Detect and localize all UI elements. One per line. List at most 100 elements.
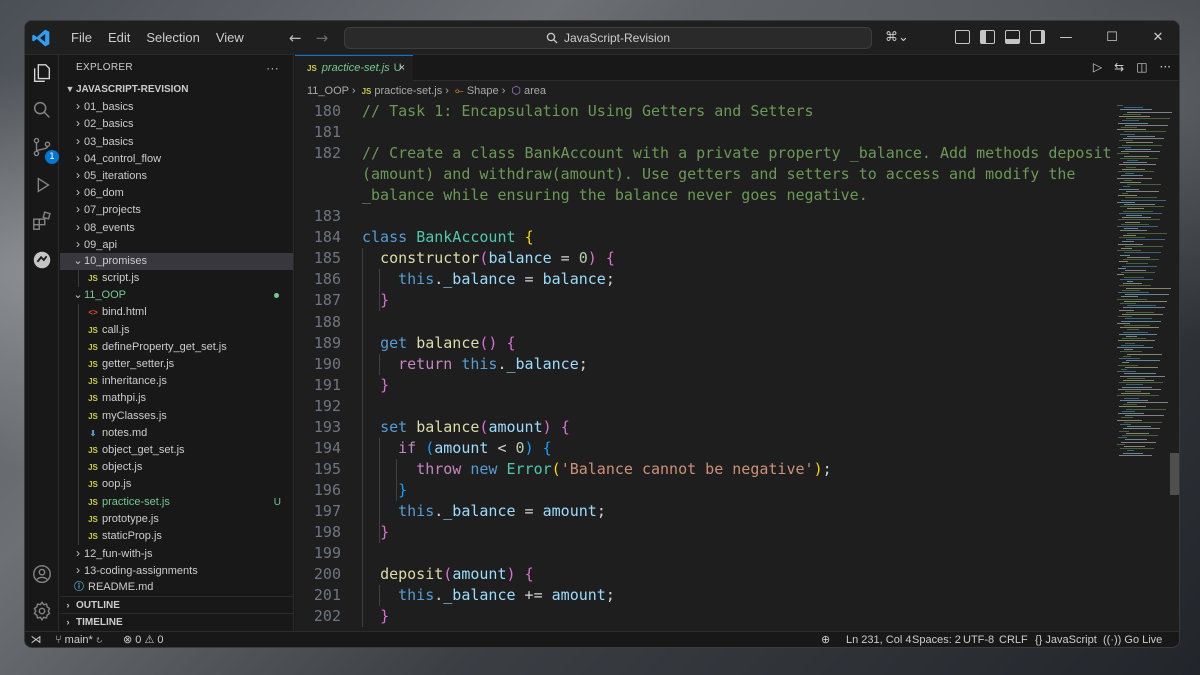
search-view-icon[interactable] <box>31 99 53 121</box>
source-control-icon[interactable]: 1 <box>31 136 59 164</box>
file-item[interactable]: JS inheritance.js <box>60 373 293 391</box>
breadcrumb-class[interactable]: Shape <box>467 85 499 97</box>
file-item[interactable]: JS getter_setter.js <box>60 356 293 374</box>
menu-selection[interactable]: Selection <box>138 21 207 55</box>
outline-section[interactable]: › OUTLINE <box>60 596 294 613</box>
minimap-line <box>1121 369 1127 370</box>
indent-guide <box>78 527 79 546</box>
breadcrumb-method[interactable]: area <box>524 85 546 97</box>
folder-item[interactable]: ⌄11_OOP <box>60 287 293 304</box>
breadcrumb-file[interactable]: practice-set.js <box>374 85 442 97</box>
remote-indicator-icon[interactable]: ⋊ <box>25 632 47 647</box>
run-icon[interactable]: ▷ <box>1093 60 1102 74</box>
encoding[interactable]: UTF-8 <box>963 632 994 647</box>
folder-item[interactable]: ⌄10_promises <box>60 252 293 271</box>
file-item[interactable]: <> bind.html <box>60 304 293 322</box>
status-bar: ⋊ ⑂ main* ↻ ⊗ 0 ⚠ 0 ⊕ Ln 231, Col 4 Spac… <box>25 631 1179 647</box>
code-editor[interactable]: 180 // Task 1: Encapsulation Using Getter… <box>295 101 1115 631</box>
settings-gear-icon[interactable] <box>31 600 53 622</box>
folder-item[interactable]: › 13-coding-assignments <box>60 562 293 579</box>
explorer-icon[interactable] <box>31 62 53 84</box>
file-item[interactable]: JS call.js <box>60 321 293 339</box>
line-text: deposit(amount) { <box>362 564 534 585</box>
minimize-button[interactable]: — <box>1043 21 1089 55</box>
copilot-icon[interactable]: ⌘⌄ <box>885 30 909 45</box>
close-window-button[interactable]: ✕ <box>1135 21 1179 55</box>
file-item[interactable]: JS prototype.js <box>60 510 293 528</box>
indent-guide <box>78 338 79 356</box>
file-item[interactable]: JS practice-set.js U <box>60 493 293 511</box>
code-token: . <box>434 586 444 605</box>
code-token: this <box>398 586 435 605</box>
timeline-section[interactable]: › TIMELINE <box>60 613 294 630</box>
folder-item[interactable]: › 06_dom <box>60 184 293 201</box>
close-tab-icon[interactable]: × <box>399 56 405 81</box>
file-item[interactable]: JS oop.js <box>60 476 293 494</box>
file-item[interactable]: ⓘ README.md <box>60 579 293 596</box>
folder-item[interactable]: › 09_api <box>60 236 293 253</box>
more-editor-actions-icon[interactable]: ··· <box>1160 60 1171 74</box>
indentation[interactable]: Spaces: 2 <box>912 632 961 647</box>
customize-layout-icon[interactable] <box>955 30 970 44</box>
line-number: 193 <box>313 417 341 436</box>
tree-item-label: 08_events <box>84 221 135 234</box>
minimap-line <box>1125 270 1146 271</box>
line-text: // Create a class BankAccount with a pri… <box>362 143 1112 164</box>
js-file-icon: JS <box>88 360 98 369</box>
language-mode[interactable]: {} JavaScript <box>1035 632 1097 647</box>
remote-explorer-icon[interactable] <box>31 249 53 271</box>
minimap[interactable] <box>1115 101 1172 631</box>
file-item[interactable]: JS myClasses.js <box>60 407 293 425</box>
folder-item[interactable]: › 12_fun-with-js <box>60 545 293 562</box>
forward-arrow-icon[interactable]: → <box>316 29 329 47</box>
indent-guide <box>78 476 79 494</box>
code-token: 0 <box>515 438 525 457</box>
zoom-icon[interactable]: ⊕ <box>821 632 830 647</box>
go-live-button[interactable]: ((·)) Go Live <box>1103 632 1162 647</box>
cursor-position[interactable]: Ln 231, Col 4 <box>846 632 911 647</box>
line-text: throw new Error('Balance cannot be negat… <box>362 459 831 480</box>
compare-changes-icon[interactable]: ⇆ <box>1114 60 1124 74</box>
toggle-primary-sidebar-icon[interactable] <box>980 30 995 44</box>
folder-item[interactable]: › 02_basics <box>60 115 293 132</box>
file-item[interactable]: JS mathpi.js <box>60 390 293 408</box>
folder-item[interactable]: › 01_basics <box>60 98 293 115</box>
line-ending[interactable]: CRLF <box>999 632 1028 647</box>
file-item[interactable]: JS staticProp.js <box>60 527 293 546</box>
split-editor-icon[interactable]: ◫ <box>1136 60 1147 74</box>
branch-indicator[interactable]: ⑂ main* ↻ <box>55 632 102 647</box>
command-center-search[interactable]: JavaScript-Revision <box>344 27 872 49</box>
menu-view[interactable]: View <box>208 21 252 55</box>
run-debug-icon[interactable] <box>31 174 53 196</box>
tab-practice-set[interactable]: JS practice-set.js U × <box>295 55 413 81</box>
minimap-line <box>1120 351 1142 353</box>
code-token: return <box>398 354 462 373</box>
folder-item[interactable]: › 07_projects <box>60 201 293 218</box>
toggle-panel-icon[interactable] <box>1005 30 1020 44</box>
file-item[interactable]: JS object_get_set.js <box>60 441 293 460</box>
problems-indicator[interactable]: ⊗ 0 ⚠ 0 <box>123 632 164 647</box>
more-actions-icon[interactable]: ··· <box>266 55 279 81</box>
minimap-line <box>1124 397 1139 399</box>
accounts-icon[interactable] <box>31 563 53 585</box>
folder-item[interactable]: › 05_iterations <box>60 167 293 184</box>
menu-edit[interactable]: Edit <box>100 21 138 55</box>
breadcrumb-folder[interactable]: 11_OOP <box>307 85 349 97</box>
editor-scrollbar[interactable] <box>1170 453 1179 495</box>
folder-item[interactable]: › 08_events <box>60 219 293 236</box>
tree-item-label: object_get_set.js <box>102 443 185 456</box>
back-arrow-icon[interactable]: ← <box>289 29 302 47</box>
tree-item-label: 04_control_flow <box>84 152 162 165</box>
file-item[interactable]: JS defineProperty_get_set.js <box>60 338 293 356</box>
folder-item[interactable]: › 03_basics <box>60 133 293 150</box>
file-item[interactable]: JS script.js <box>60 270 293 288</box>
file-item[interactable]: ⬇ notes.md <box>60 424 293 442</box>
menu-file[interactable]: File <box>63 21 100 55</box>
folder-item[interactable]: › 04_control_flow <box>60 150 293 167</box>
extensions-icon[interactable] <box>31 210 53 232</box>
workspace-root[interactable]: ▼ JAVASCRIPT-REVISION <box>60 81 293 98</box>
file-item[interactable]: JS object.js <box>60 459 293 477</box>
maximize-button[interactable]: ☐ <box>1089 21 1135 55</box>
